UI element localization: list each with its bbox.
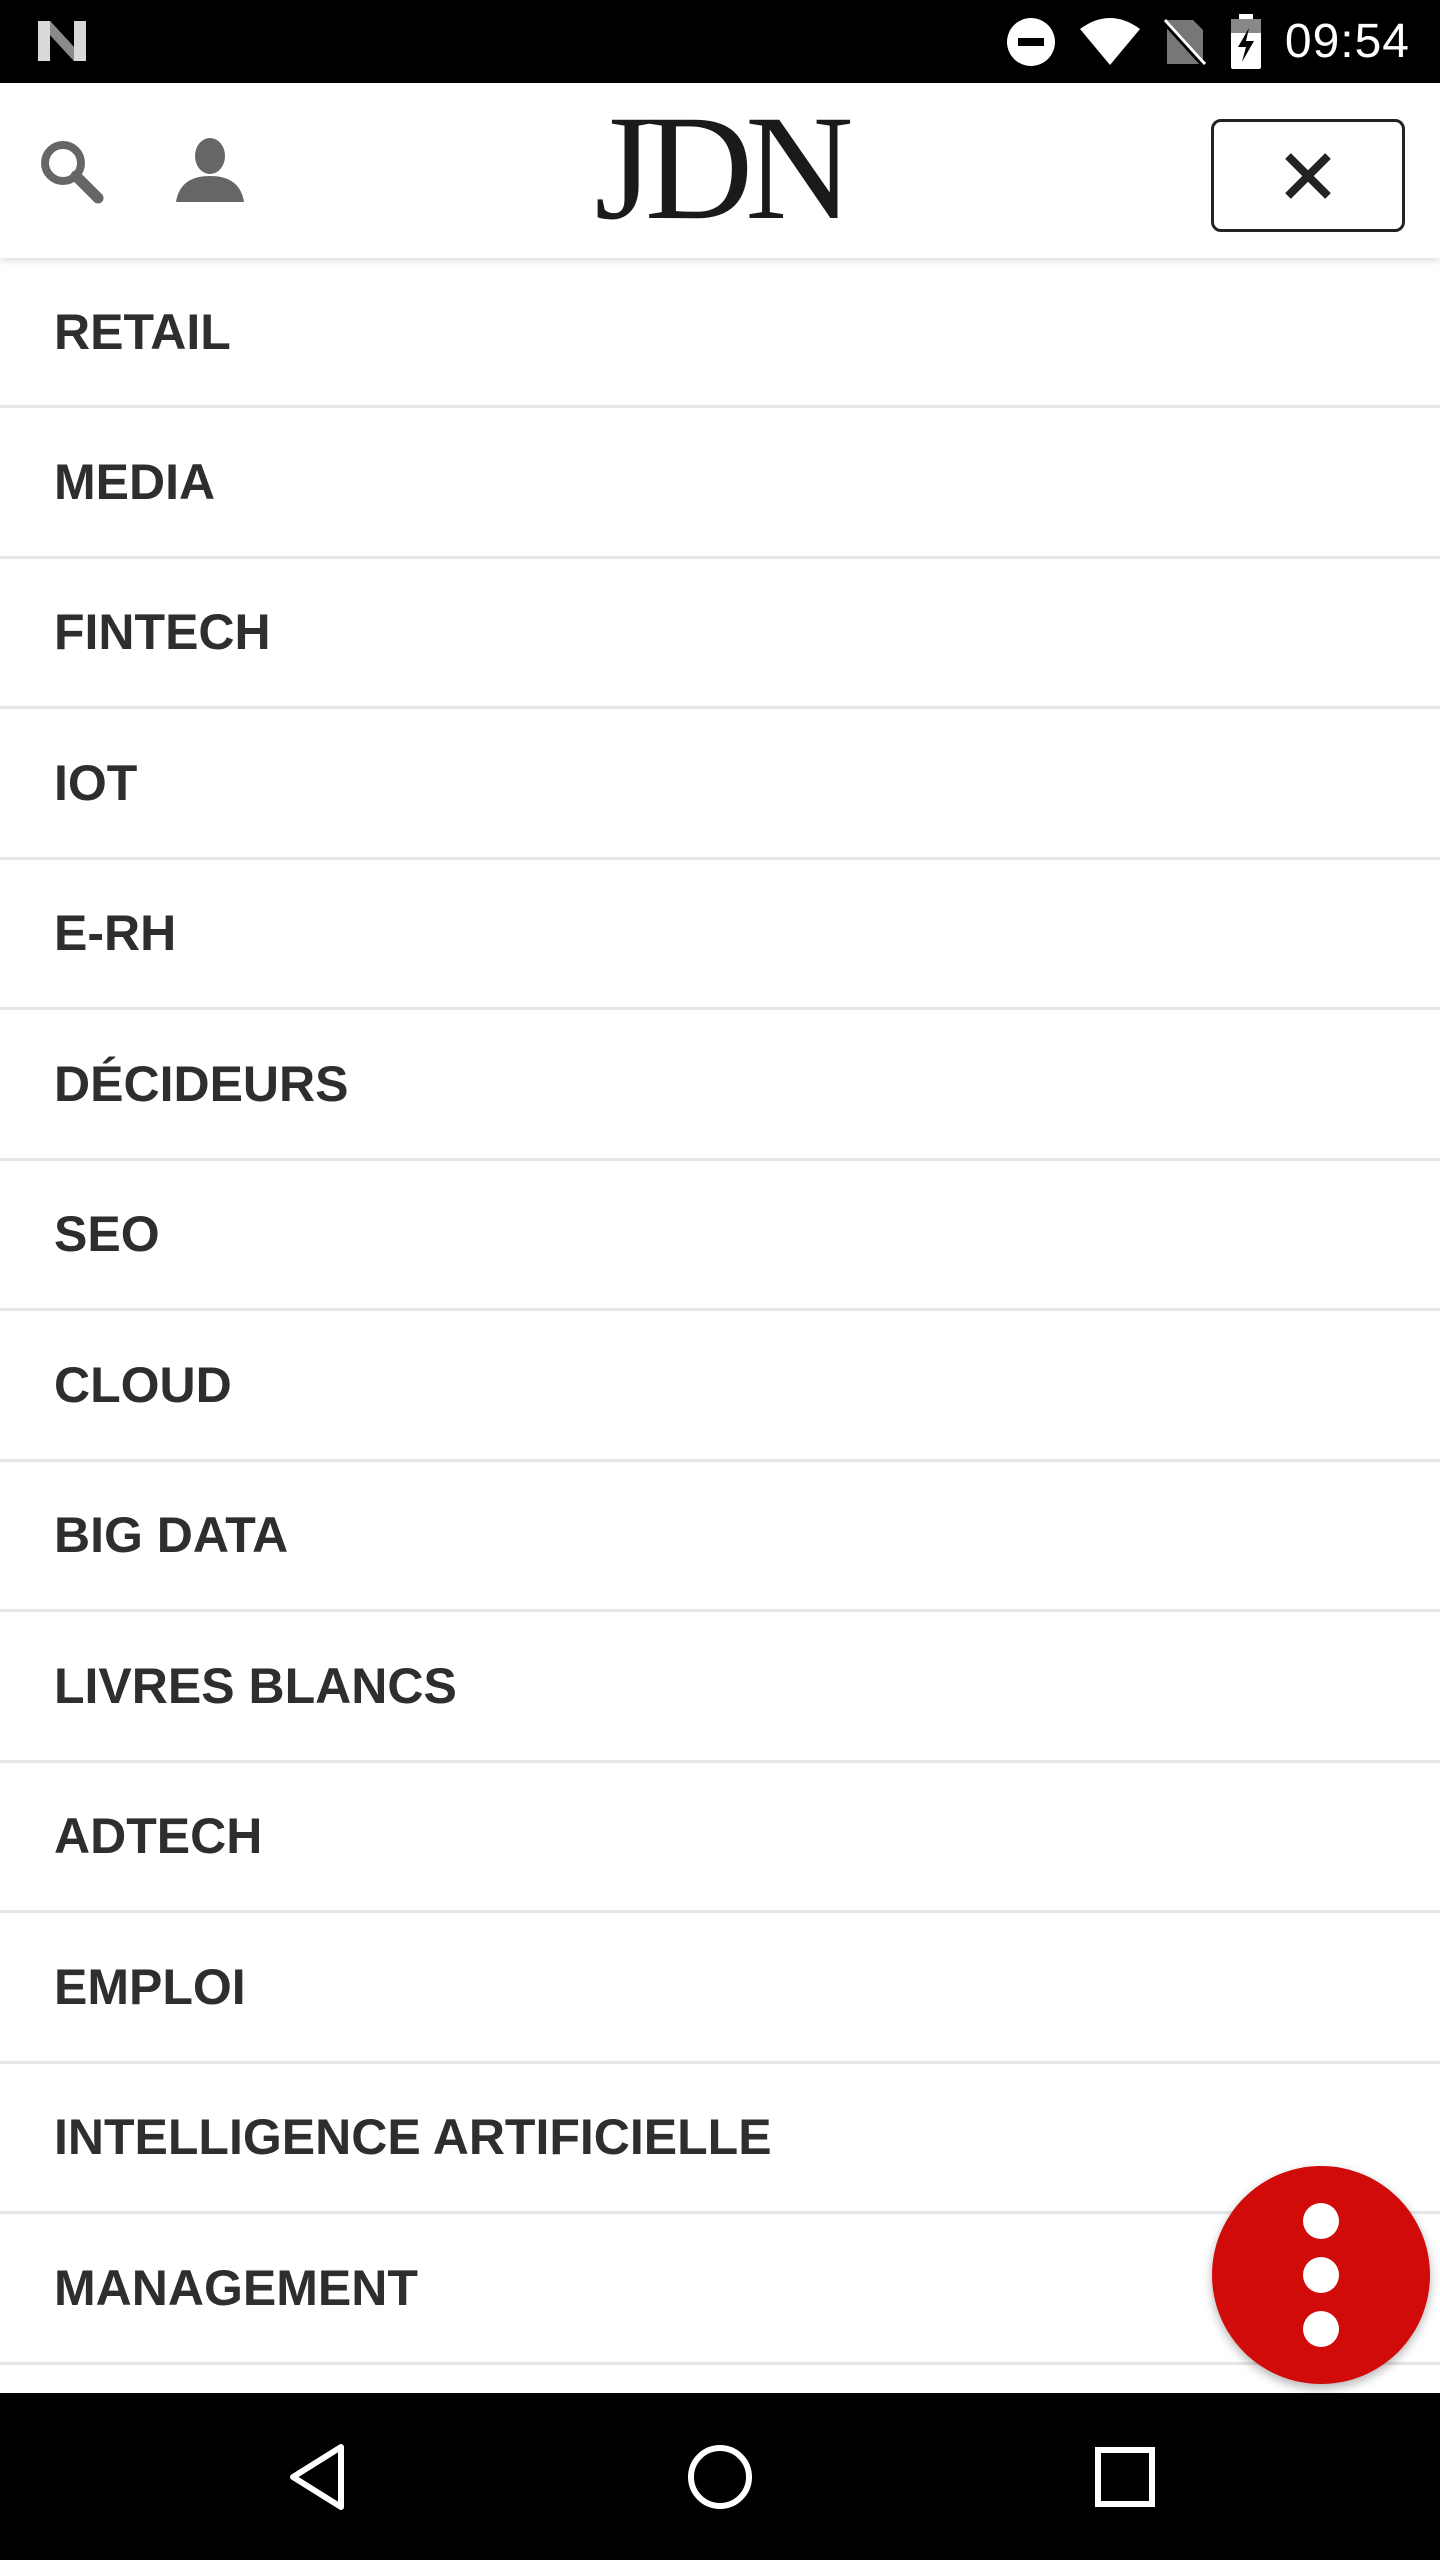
category-menu: RETAIL MEDIA FINTECH IOT E-RH DÉCIDEURS … <box>0 258 1440 2393</box>
menu-item-media[interactable]: MEDIA <box>0 408 1440 559</box>
recents-button[interactable] <box>1083 2435 1167 2519</box>
menu-item-fintech[interactable]: FINTECH <box>0 559 1440 709</box>
menu-item-retail[interactable]: RETAIL <box>0 258 1440 408</box>
back-button[interactable] <box>275 2435 359 2519</box>
menu-item-cloud[interactable]: CLOUD <box>0 1311 1440 1462</box>
menu-item-emploi[interactable]: EMPLOI <box>0 1913 1440 2064</box>
menu-item-adtech[interactable]: ADTECH <box>0 1763 1440 1913</box>
more-vertical-icon <box>1303 2203 1339 2239</box>
wifi-icon <box>1079 17 1140 65</box>
menu-item-iot[interactable]: IOT <box>0 709 1440 860</box>
menu-item-e-rh[interactable]: E-RH <box>0 860 1440 1010</box>
menu-item-livres-blancs[interactable]: LIVRES BLANCS <box>0 1612 1440 1763</box>
user-icon <box>176 138 244 202</box>
battery-charging-icon <box>1230 13 1261 69</box>
account-button[interactable] <box>172 136 248 206</box>
system-nav-bar <box>0 2393 1440 2560</box>
search-button[interactable] <box>36 136 106 206</box>
app-header: JDN <box>0 83 1440 258</box>
menu-item-big-data[interactable]: BIG DATA <box>0 1462 1440 1612</box>
more-vertical-icon-dot <box>1303 2311 1339 2347</box>
status-time: 09:54 <box>1284 15 1410 68</box>
home-button[interactable] <box>678 2435 762 2519</box>
status-bar: 09:54 <box>0 0 1440 83</box>
search-icon <box>41 141 104 204</box>
close-icon <box>1285 152 1331 199</box>
menu-item-seo[interactable]: SEO <box>0 1161 1440 1311</box>
close-menu-button[interactable] <box>1211 119 1405 232</box>
no-sim-icon <box>1162 18 1207 68</box>
jdn-logo[interactable]: JDN <box>560 93 880 243</box>
menu-item-decideurs[interactable]: DÉCIDEURS <box>0 1010 1440 1161</box>
recents-icon <box>1095 2447 1155 2507</box>
more-vertical-icon-dot <box>1303 2257 1339 2293</box>
more-options-fab[interactable] <box>1212 2166 1430 2384</box>
back-icon <box>290 2444 344 2510</box>
do-not-disturb-icon <box>1006 17 1055 66</box>
notification-n-icon <box>38 21 86 61</box>
menu-item-intelligence-artificielle[interactable]: INTELLIGENCE ARTIFICIELLE <box>0 2064 1440 2214</box>
home-icon <box>688 2445 752 2509</box>
